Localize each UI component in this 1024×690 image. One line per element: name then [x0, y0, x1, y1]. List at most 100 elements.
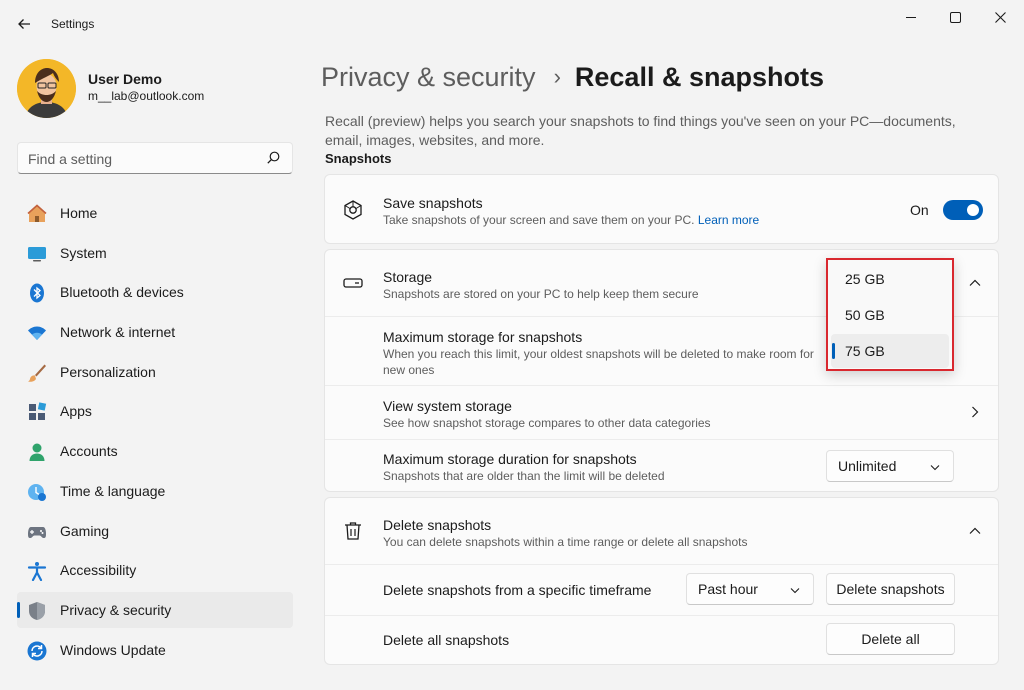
delete-snapshots-card: Delete snapshots You can delete snapshot… — [324, 497, 999, 665]
view-system-storage-subtitle: See how snapshot storage compares to oth… — [383, 416, 711, 430]
windows-update-icon — [27, 641, 47, 661]
close-icon — [994, 11, 1006, 23]
minimize-button[interactable] — [888, 6, 934, 28]
app-title: Settings — [51, 17, 95, 31]
save-snapshots-toggle[interactable] — [943, 200, 983, 220]
view-system-storage-row[interactable]: View system storage See how snapshot sto… — [325, 386, 998, 439]
sidebar-item-accounts[interactable]: Accounts — [17, 433, 293, 469]
home-icon — [27, 204, 47, 222]
storage-subtitle: Snapshots are stored on your PC to help … — [383, 287, 699, 301]
maximize-button[interactable] — [932, 6, 978, 28]
delete-header[interactable]: Delete snapshots You can delete snapshot… — [325, 498, 998, 564]
trash-icon — [345, 522, 361, 540]
max-duration-title: Maximum storage duration for snapshots — [383, 451, 637, 467]
delete-all-label: Delete all snapshots — [383, 632, 510, 648]
snapshot-icon — [344, 200, 362, 220]
sidebar-item-gaming[interactable]: Gaming — [17, 513, 293, 549]
learn-more-link[interactable]: Learn more — [698, 213, 759, 227]
sidebar-item-label: Personalization — [60, 363, 156, 380]
option-label: 25 GB — [845, 271, 885, 287]
chevron-down-icon — [930, 465, 940, 471]
sidebar-item-label: Accounts — [60, 443, 118, 460]
sidebar-item-windows-update[interactable]: Windows Update — [17, 632, 293, 668]
search-box[interactable] — [17, 142, 293, 174]
sidebar-item-label: Time & language — [60, 482, 166, 499]
profile-name: User Demo — [88, 71, 162, 87]
close-button[interactable] — [977, 6, 1023, 28]
hard-drive-icon — [343, 278, 363, 288]
delete-all-button[interactable]: Delete all — [826, 623, 955, 655]
wifi-icon — [28, 326, 46, 341]
page-title: Recall & snapshots — [574, 61, 824, 92]
sidebar-nav: Home System Bluetooth & devices Network … — [17, 195, 293, 671]
system-icon — [28, 246, 46, 262]
storage-option-25gb[interactable]: 25 GB — [831, 262, 949, 296]
back-button[interactable] — [10, 10, 38, 38]
save-snapshots-title: Save snapshots — [383, 195, 483, 211]
apps-icon — [29, 402, 47, 421]
search-input[interactable] — [28, 149, 258, 169]
max-storage-flyout: 25 GB 50 GB 75 GB — [826, 258, 954, 371]
sidebar-item-privacy-security[interactable]: Privacy & security — [17, 591, 293, 628]
option-label: 50 GB — [845, 307, 885, 323]
avatar[interactable] — [17, 59, 76, 118]
delete-timeframe-row: Delete snapshots from a specific timefra… — [325, 565, 998, 615]
search-icon[interactable] — [267, 151, 280, 164]
sidebar-item-label: System — [60, 244, 107, 261]
sidebar-item-label: Gaming — [60, 522, 110, 539]
bluetooth-icon — [30, 283, 44, 303]
sidebar-item-label: Home — [60, 205, 98, 221]
chevron-right-icon — [972, 406, 979, 418]
sidebar-item-label: Network & internet — [60, 324, 176, 341]
delete-snapshots-button[interactable]: Delete snapshots — [826, 573, 955, 605]
view-system-storage-title: View system storage — [383, 398, 512, 414]
user-avatar-icon — [17, 59, 76, 118]
page-description: Recall (preview) helps you search your s… — [325, 113, 956, 148]
profile-email: m__lab@outlook.com — [88, 89, 205, 103]
delete-all-row: Delete all snapshots Delete all — [325, 616, 998, 666]
section-title: Snapshots — [325, 151, 392, 166]
chevron-up-icon[interactable] — [967, 275, 983, 291]
sidebar-item-apps[interactable]: Apps — [17, 393, 293, 429]
delete-subtitle: You can delete snapshots within a time r… — [383, 535, 748, 549]
gaming-icon — [28, 526, 46, 538]
max-duration-value: Unlimited — [838, 458, 897, 474]
save-snapshots-subtitle: Take snapshots of your screen and save t… — [383, 212, 759, 228]
accessibility-icon — [27, 562, 47, 582]
max-duration-dropdown[interactable]: Unlimited — [826, 450, 954, 482]
chevron-up-icon[interactable] — [967, 523, 983, 539]
sidebar-item-bluetooth[interactable]: Bluetooth & devices — [17, 274, 293, 310]
back-arrow-icon — [18, 19, 30, 29]
storage-title: Storage — [383, 269, 433, 285]
time-language-icon — [28, 483, 46, 501]
sidebar-item-label: Windows Update — [60, 641, 166, 658]
toggle-state-label: On — [910, 202, 929, 218]
minimize-icon — [906, 17, 916, 18]
sidebar-item-home[interactable]: Home — [17, 195, 293, 231]
storage-option-50gb[interactable]: 50 GB — [831, 298, 949, 332]
storage-option-75gb[interactable]: 75 GB — [831, 334, 949, 368]
max-storage-subtitle: When you reach this limit, your oldest s… — [383, 347, 814, 377]
save-snapshots-card: Save snapshots Take snapshots of your sc… — [324, 174, 999, 244]
accounts-icon — [29, 443, 45, 462]
sidebar-item-label: Apps — [60, 403, 92, 420]
breadcrumb-separator: › — [553, 64, 561, 89]
sidebar-item-network[interactable]: Network & internet — [17, 314, 293, 350]
chevron-down-icon — [790, 588, 800, 594]
sidebar-item-label: Bluetooth & devices — [60, 284, 184, 301]
timeframe-dropdown[interactable]: Past hour — [686, 573, 814, 605]
max-duration-row: Maximum storage duration for snapshots S… — [325, 440, 998, 493]
sidebar-item-system[interactable]: System — [17, 235, 293, 271]
sidebar-item-time-language[interactable]: Time & language — [17, 473, 293, 509]
sidebar-item-label: Privacy & security — [60, 601, 172, 618]
save-snapshots-description: Take snapshots of your screen and save t… — [383, 213, 695, 227]
option-label: 75 GB — [845, 343, 885, 359]
sidebar-item-personalization[interactable]: Personalization — [17, 354, 293, 390]
delete-timeframe-label: Delete snapshots from a specific timefra… — [383, 582, 652, 598]
breadcrumb: Privacy & security › Recall & snapshots — [321, 57, 824, 97]
toggle-knob — [967, 204, 979, 216]
breadcrumb-parent[interactable]: Privacy & security — [321, 62, 536, 93]
title-bar: Settings — [0, 0, 1024, 48]
sidebar-item-label: Accessibility — [60, 562, 137, 579]
sidebar-item-accessibility[interactable]: Accessibility — [17, 552, 293, 588]
